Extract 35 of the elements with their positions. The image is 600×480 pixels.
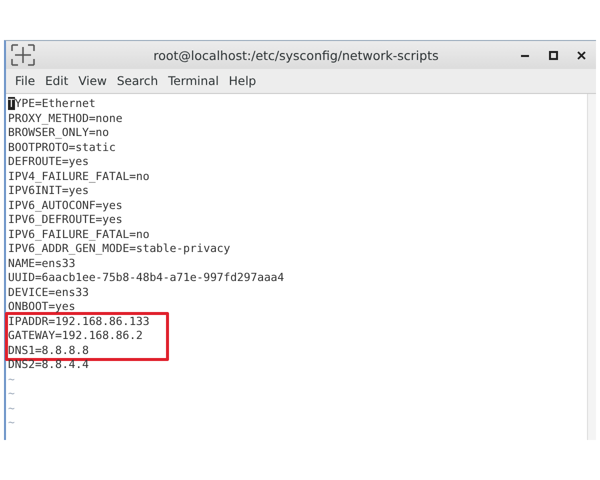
empty-line-marker: ~ [8,402,16,416]
config-line: TYPE=Ethernet [8,97,97,112]
config-line: DEVICE=ens33 [8,286,90,300]
minimize-icon [521,54,529,56]
window-title: root@localhost:/etc/sysconfig/network-scripts [152,48,440,62]
config-line: BOOTPROTO=static [8,140,117,155]
empty-line-marker: ~ [8,416,16,430]
menu-item[interactable]: File [10,72,40,90]
config-line: ONBOOT=yes [8,300,76,314]
config-line: IPV6_ADDR_GEN_MODE=stable-privacy [8,242,232,256]
config-line: DNS1=8.8.8.8 [5,344,169,361]
config-line: IPV6_DEFROUTE=yes [8,213,124,228]
config-line: IPV6INIT=yes [8,184,90,198]
config-line: GATEWAY=192.168.86.2 [5,329,169,344]
menu-item[interactable]: Terminal [163,72,224,90]
menu-item[interactable]: View [73,72,112,90]
config-line: UUID=6aacb1ee-75b8-48b4-a71e-997fd297aaa4 [8,271,286,286]
config-line: IPADDR=192.168.86.133 [5,312,169,329]
menu-item[interactable]: Search [112,72,164,90]
config-line: NAME=ens33 [8,256,76,271]
config-line: DEFROUTE=yes [8,155,90,170]
close-icon [576,50,586,60]
config-line: IPV6_AUTOCONF=yes [8,198,124,213]
menu-item[interactable]: Help [224,72,262,90]
scrollbar[interactable] [587,94,596,440]
config-line: DNS2=8.8.4.4 [8,358,90,372]
terminal-icon [10,43,36,67]
config-line: IPV4_FAILURE_FATAL=no [8,170,150,184]
empty-line-marker: ~ [8,372,16,387]
config-line: BROWSER_ONLY=no [8,126,110,140]
config-line: PROXY_METHOD=none [8,112,124,126]
empty-line-marker: ~ [8,387,16,402]
maximize-icon [548,50,558,60]
menu-item[interactable]: Edit [40,72,74,90]
config-line: IPV6_FAILURE_FATAL=no [8,228,150,242]
